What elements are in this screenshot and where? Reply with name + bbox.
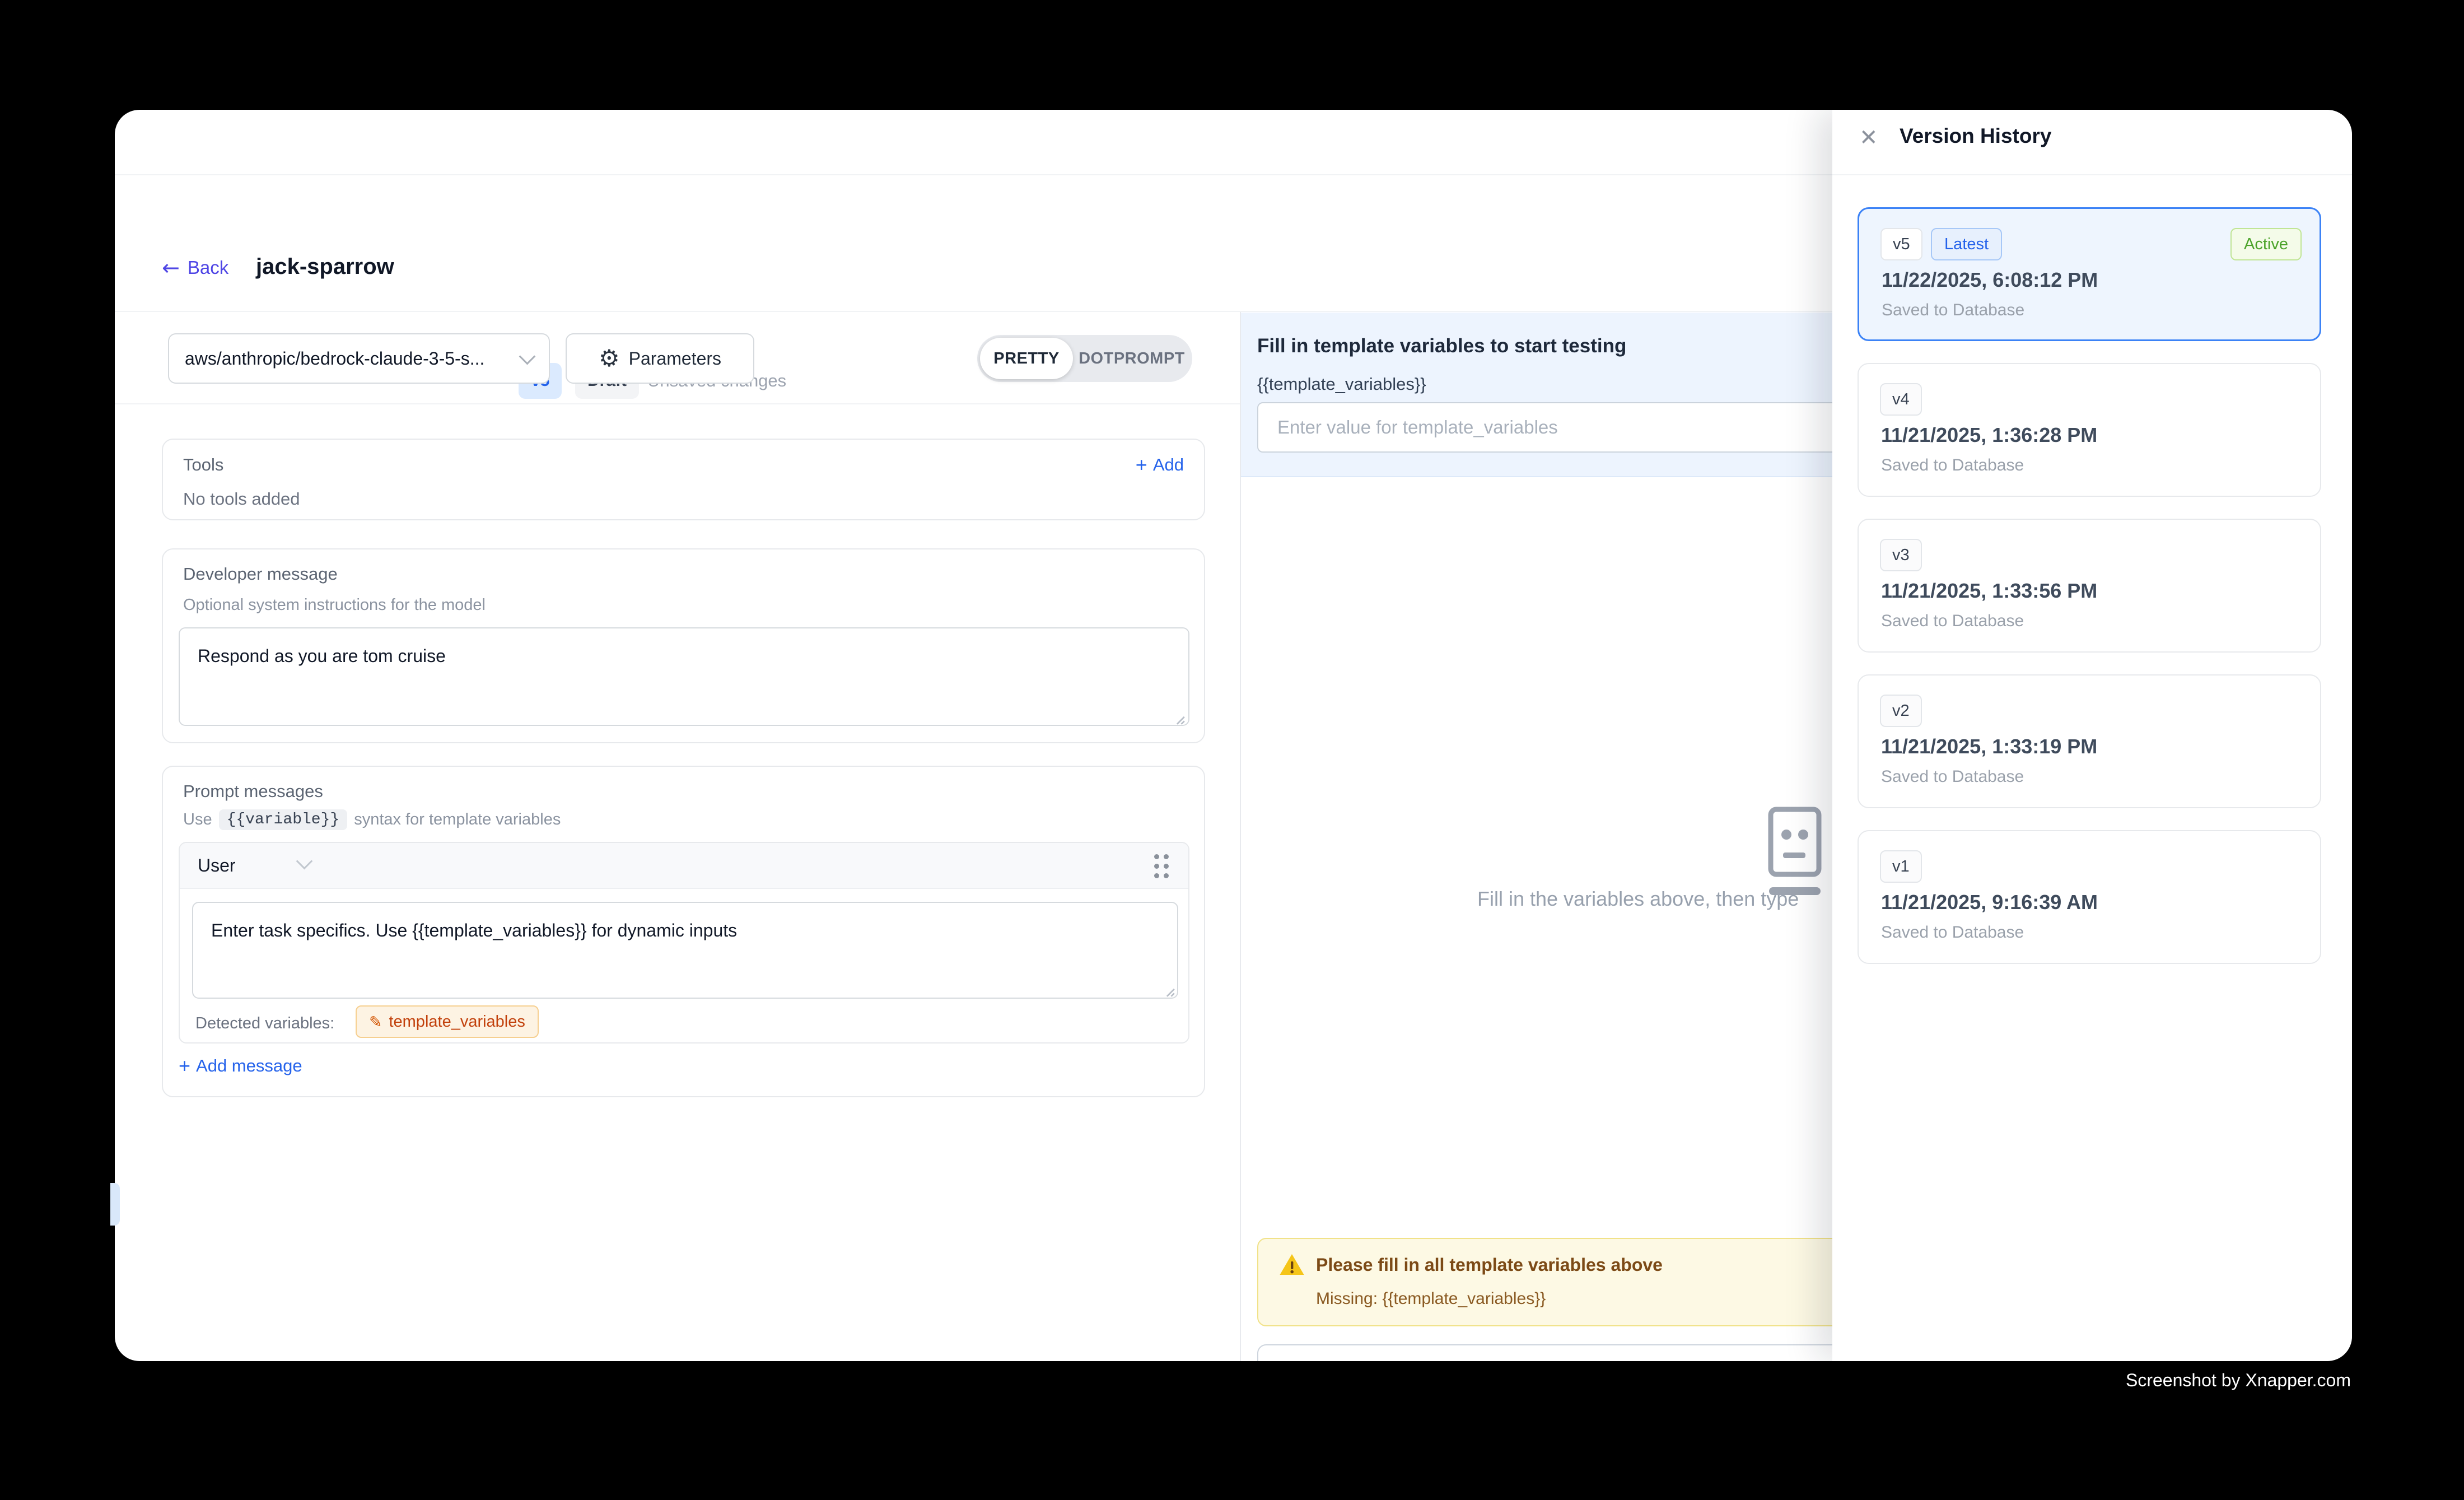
- message-textarea[interactable]: Enter task specifics. Use {{template_var…: [192, 902, 1178, 999]
- role-select[interactable]: User: [198, 855, 236, 876]
- version-status: Saved to Database: [1881, 767, 2024, 786]
- page-title: jack-sparrow: [256, 254, 394, 279]
- version-card-v2[interactable]: v2 11/21/2025, 1:33:19 PM Saved to Datab…: [1858, 674, 2321, 808]
- edge-notification-sliver: [110, 1183, 120, 1226]
- parameters-label: Parameters: [629, 348, 721, 369]
- toggle-dotprompt[interactable]: DOTPROMPT: [1076, 338, 1188, 379]
- version-tag: v5: [1880, 228, 1922, 260]
- panel-divider: [1832, 174, 2352, 175]
- model-selector-value: aws/anthropic/bedrock-claude-3-5-s...: [185, 348, 521, 369]
- variable-syntax-chip: {{variable}}: [219, 809, 348, 830]
- prompt-messages-subtitle: Use {{variable}} syntax for template var…: [183, 809, 561, 830]
- parameters-button[interactable]: ⚙ Parameters: [566, 333, 754, 384]
- close-icon[interactable]: ✕: [1859, 127, 1878, 149]
- plus-icon: +: [179, 1056, 190, 1076]
- tools-title: Tools: [183, 455, 223, 475]
- developer-message-subtitle: Optional system instructions for the mod…: [183, 596, 486, 614]
- developer-message-textarea[interactable]: Respond as you are tom cruise: [179, 627, 1189, 726]
- latest-badge: Latest: [1931, 228, 2002, 260]
- add-message-label: Add message: [196, 1056, 302, 1076]
- version-timestamp: 11/22/2025, 6:08:12 PM: [1882, 268, 2098, 292]
- chevron-down-icon: [519, 348, 536, 365]
- model-selector[interactable]: aws/anthropic/bedrock-claude-3-5-s...: [168, 333, 550, 384]
- add-tool-button[interactable]: + Add: [1136, 455, 1184, 475]
- version-card-v4[interactable]: v4 11/21/2025, 1:36:28 PM Saved to Datab…: [1858, 363, 2321, 497]
- subtitle-prefix: Use: [183, 810, 212, 829]
- version-status: Saved to Database: [1881, 456, 2024, 475]
- version-timestamp: 11/21/2025, 1:36:28 PM: [1881, 423, 2097, 447]
- developer-message-title: Developer message: [183, 564, 338, 584]
- app-window: ← Back jack-sparrow v5 Draft Unsaved cha…: [115, 110, 2352, 1361]
- warning-triangle-icon: [1278, 1251, 1305, 1278]
- active-badge: Active: [2230, 228, 2302, 260]
- version-card-v3[interactable]: v3 11/21/2025, 1:33:56 PM Saved to Datab…: [1858, 519, 2321, 653]
- gear-icon: ⚙: [599, 347, 620, 370]
- version-card-v5[interactable]: v5 Latest Active 11/22/2025, 6:08:12 PM …: [1858, 207, 2321, 341]
- back-label: Back: [188, 257, 228, 278]
- toolbar-divider: [115, 403, 1240, 404]
- toggle-pretty[interactable]: PRETTY: [980, 338, 1073, 379]
- chevron-down-icon: [296, 853, 313, 870]
- version-tag: v2: [1880, 695, 1922, 727]
- plus-icon: +: [1136, 455, 1147, 475]
- screenshot-canvas: ← Back jack-sparrow v5 Draft Unsaved cha…: [0, 0, 2464, 1500]
- drag-handle-icon[interactable]: [1154, 854, 1169, 879]
- bot-icon: [1767, 805, 1823, 901]
- version-history-panel: ✕ Version History v5 Latest Active 11/22…: [1832, 110, 2352, 1361]
- view-mode-toggle[interactable]: PRETTY DOTPROMPT: [977, 335, 1192, 382]
- version-status: Saved to Database: [1881, 923, 2024, 942]
- pencil-icon: ✎: [369, 1013, 382, 1031]
- add-message-button[interactable]: + Add message: [179, 1056, 302, 1076]
- prompt-messages-card: Prompt messages Use {{variable}} syntax …: [162, 766, 1205, 1097]
- tools-empty-text: No tools added: [183, 489, 300, 509]
- detected-variables-label: Detected variables:: [195, 1014, 334, 1033]
- version-tag: v3: [1880, 539, 1922, 571]
- version-tag: v4: [1880, 383, 1922, 416]
- tools-card: Tools + Add No tools added: [162, 439, 1205, 520]
- developer-message-card: Developer message Optional system instru…: [162, 548, 1205, 743]
- watermark-text: Screenshot by Xnapper.com: [2126, 1370, 2351, 1391]
- version-timestamp: 11/21/2025, 1:33:56 PM: [1881, 579, 2097, 603]
- message-role-header[interactable]: User: [180, 843, 1188, 889]
- version-timestamp: 11/21/2025, 1:33:19 PM: [1881, 735, 2097, 758]
- back-arrow-icon: ←: [162, 257, 180, 278]
- warning-detail: Missing: {{template_variables}}: [1316, 1289, 1546, 1308]
- subtitle-suffix: syntax for template variables: [354, 810, 561, 829]
- add-tool-label: Add: [1153, 455, 1184, 475]
- version-timestamp: 11/21/2025, 9:16:39 AM: [1881, 891, 2098, 914]
- version-status: Saved to Database: [1882, 301, 2024, 320]
- warning-title: Please fill in all template variables ab…: [1316, 1255, 1663, 1275]
- version-card-v1[interactable]: v1 11/21/2025, 9:16:39 AM Saved to Datab…: [1858, 830, 2321, 964]
- empty-state-text: Fill in the variables above, then type: [1477, 887, 1799, 911]
- detected-variable-chip[interactable]: ✎ template_variables: [356, 1005, 539, 1038]
- version-history-title: Version History: [1900, 124, 2051, 148]
- template-variables-title: Fill in template variables to start test…: [1257, 335, 1626, 357]
- template-variable-name: {{template_variables}}: [1257, 374, 1426, 394]
- back-button[interactable]: ← Back: [162, 257, 228, 278]
- detected-variable-name: template_variables: [389, 1013, 525, 1031]
- version-status: Saved to Database: [1881, 612, 2024, 631]
- message-block: User Enter task specifics. Use {{templat…: [179, 842, 1189, 1044]
- prompt-messages-title: Prompt messages: [183, 781, 323, 802]
- version-tag: v1: [1880, 850, 1922, 883]
